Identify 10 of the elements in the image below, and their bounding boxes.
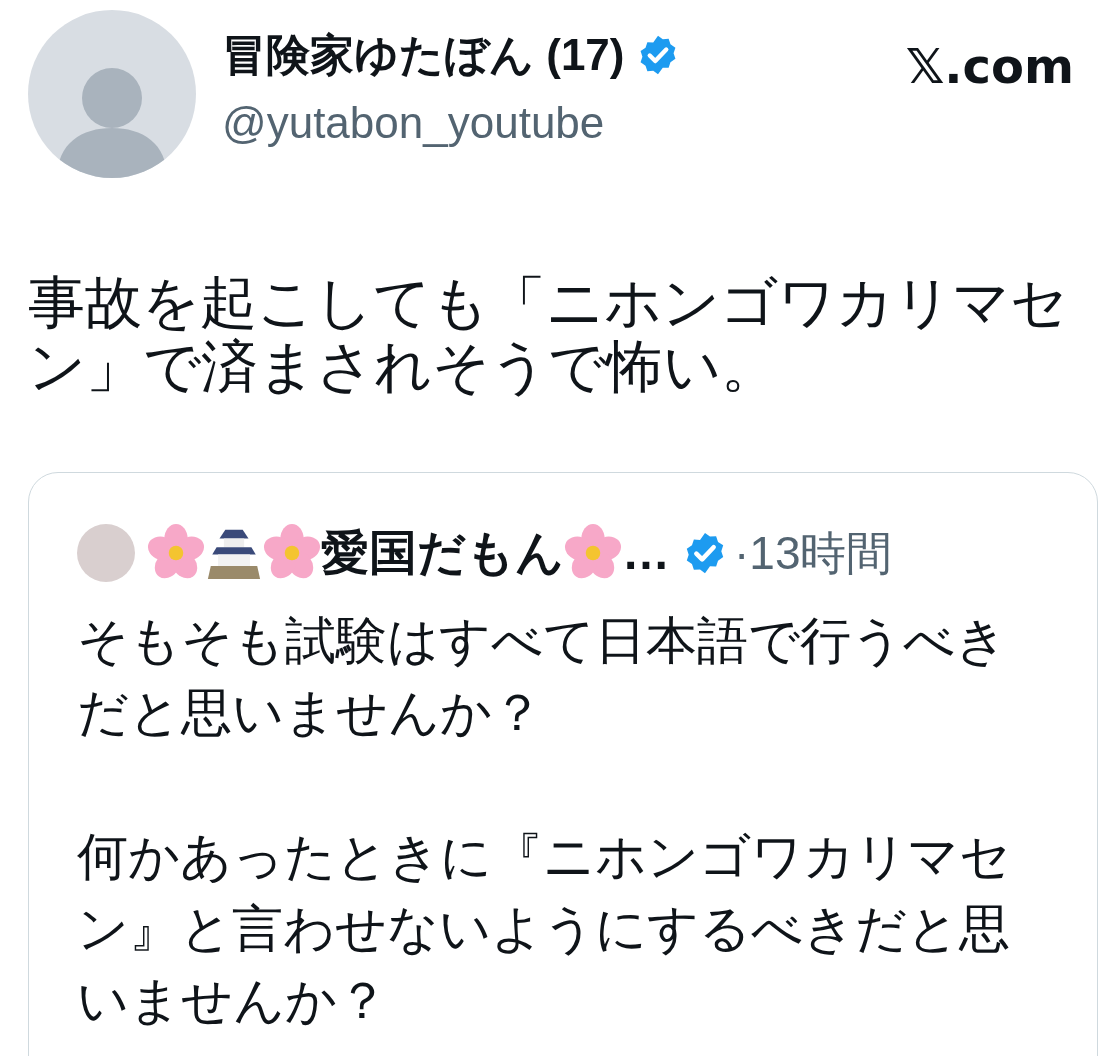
author-name[interactable]: 冒険家ゆたぼん (17) [222,22,625,88]
site-label: 𝕏.com [905,37,1074,96]
name-ellipsis: … [622,525,670,581]
author-handle[interactable]: @yutabon_youtube [222,90,681,156]
quoted-post-text: そもそも試験はすべて日本語で行うべきだと思いませんか？ [77,611,1008,743]
quoted-post-card[interactable]: 愛国だもん … ·13時間 そもそも試験はすべて日本語で行うべきだと思いませんか？ 何かあったときに『ニホンゴワカリマセン』と言わせないようにするべきだと思いませんか？ [28,472,1098,1056]
quoted-post-text: 何かあったときに『ニホンゴワカリマセン』と言わせないようにするべきだと思いませんか？ [77,827,1012,1031]
post-text: 事故を起こしても「ニホンゴワカリマセン」で済まされそうで怖い。 [28,270,1069,398]
quoted-author-name: 愛国だもん [321,525,564,581]
post-time: ·13時間 [734,525,893,581]
